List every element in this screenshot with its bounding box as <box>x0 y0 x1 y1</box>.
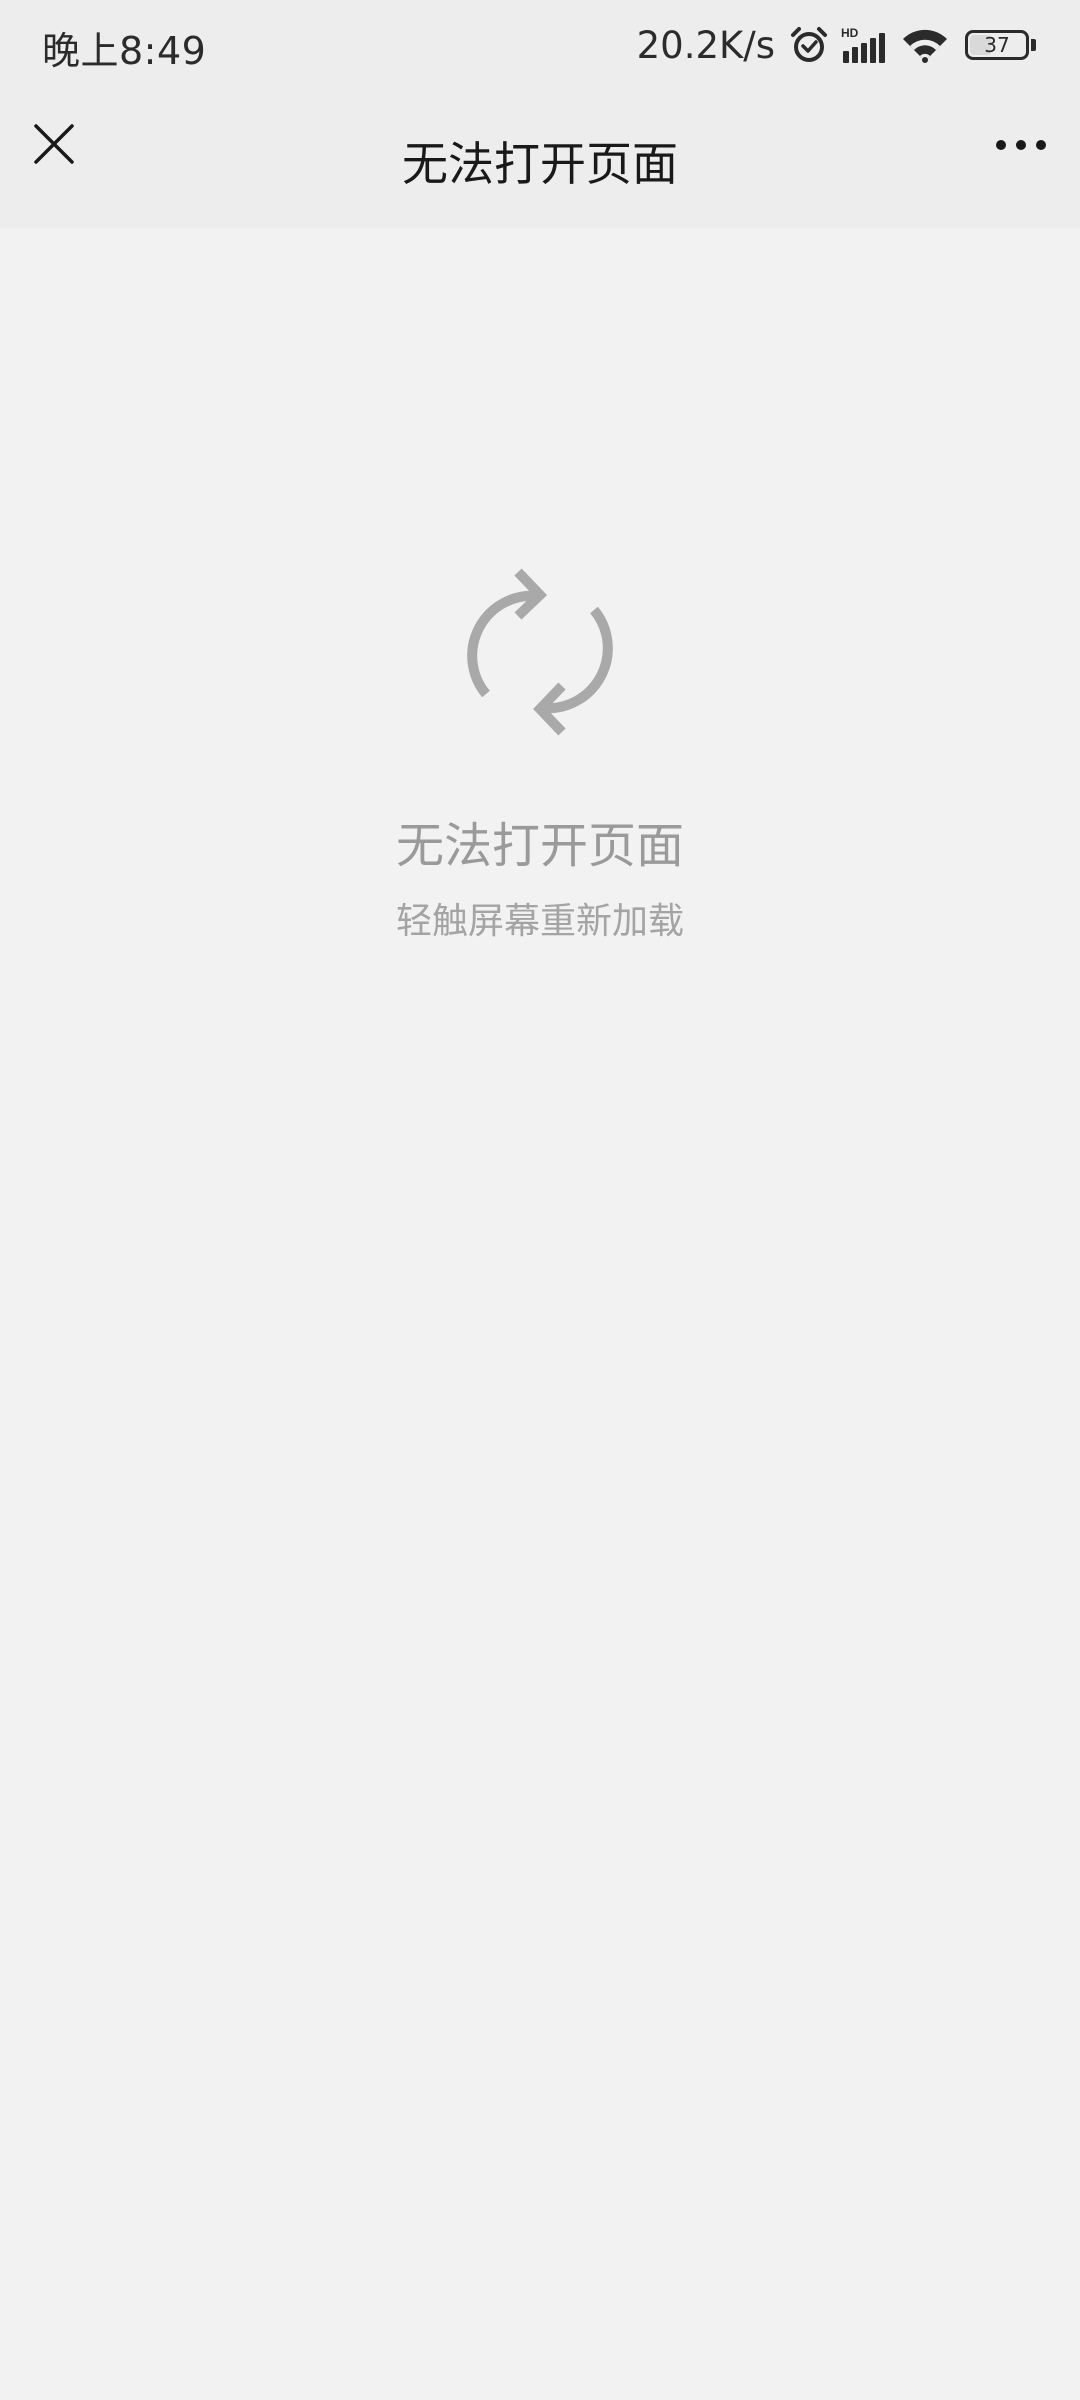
close-icon <box>32 122 76 170</box>
alarm-icon <box>789 25 829 65</box>
battery-icon: 37 <box>965 30 1029 60</box>
reload-hint: 轻触屏幕重新加载 <box>395 901 684 942</box>
nav-bar: 无法打开页面 <box>0 90 1080 228</box>
more-icon <box>994 137 1048 156</box>
refresh-icon <box>456 558 624 746</box>
more-button[interactable] <box>986 116 1056 176</box>
status-time: 晚上8:49 <box>42 29 207 73</box>
signal-hd-icon: HD <box>839 25 891 65</box>
reload-area[interactable]: 无法打开页面 轻触屏幕重新加载 <box>0 228 1080 2400</box>
svg-text:HD: HD <box>841 26 859 40</box>
wifi-icon <box>901 25 949 65</box>
network-speed: 20.2K/s <box>636 23 775 67</box>
error-title: 无法打开页面 <box>395 818 684 874</box>
status-indicators: 20.2K/s HD 37 <box>637 18 1036 72</box>
status-bar: 晚上8:49 20.2K/s HD 37 <box>0 0 1080 90</box>
close-button[interactable] <box>24 116 84 176</box>
page-title: 无法打开页面 <box>402 137 678 191</box>
battery-level: 37 <box>984 33 1010 57</box>
battery-cap <box>1031 39 1036 51</box>
